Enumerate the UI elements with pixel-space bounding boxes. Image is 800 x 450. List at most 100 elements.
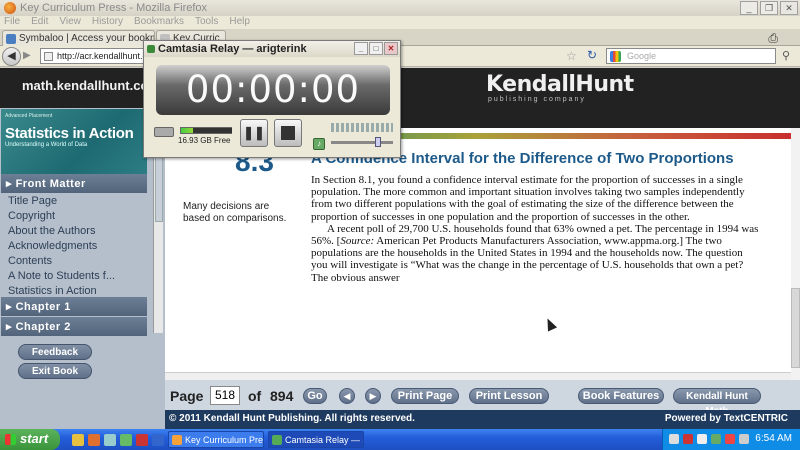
cover-subtitle: Understanding a World of Data: [5, 142, 88, 148]
sidebar-section-chapter-1[interactable]: ▸ Chapter 1: [1, 297, 147, 316]
menu-tools[interactable]: Tools: [195, 16, 218, 29]
previous-page-icon[interactable]: ◀: [339, 388, 355, 404]
quicklaunch-app-icon[interactable]: [136, 434, 148, 446]
paragraph: In Section 8.1, you found a confidence i…: [311, 174, 745, 223]
symbaloo-favicon: [6, 34, 16, 44]
minimize-button[interactable]: _: [740, 1, 758, 15]
kendall-hunt-math-button[interactable]: Kendall Hunt Math: [673, 388, 761, 417]
sidebar-item-acknowledgments[interactable]: Acknowledgments: [8, 239, 115, 254]
page-navigation: Page 518 of 894 Go ◀ ▶ Print Page Print …: [165, 380, 800, 417]
recording-timer: 00:00:00: [156, 65, 390, 115]
next-page-icon[interactable]: ▶: [365, 388, 381, 404]
content-horizontal-scrollbar[interactable]: [165, 372, 791, 380]
taskbar-item-camtasia[interactable]: Camtasia Relay — ari...: [268, 431, 364, 448]
page-number-input[interactable]: 518: [210, 386, 240, 405]
reload-icon[interactable]: ↻: [587, 48, 597, 62]
start-button[interactable]: start: [0, 429, 60, 450]
cover-series: Advanced Placement: [5, 113, 53, 119]
menu-help[interactable]: Help: [229, 16, 250, 29]
sidebar-item-list: Title Page Copyright About the Authors A…: [8, 194, 115, 299]
paragraph-text: American Pet Products Manufacturers Asso…: [311, 235, 744, 284]
volume-icon[interactable]: [739, 434, 749, 444]
camtasia-title-bar[interactable]: Camtasia Relay — arigterink _ □ ✕: [144, 41, 400, 57]
back-button[interactable]: ◀: [2, 47, 21, 66]
menu-bookmarks[interactable]: Bookmarks: [134, 16, 184, 29]
task-label: Key Curriculum Press ...: [185, 435, 264, 445]
menu-file[interactable]: File: [4, 16, 20, 29]
tab-symbaloo[interactable]: Symbaloo | Access your bookmarks anyw...: [2, 30, 155, 46]
go-button[interactable]: Go: [303, 388, 327, 404]
firefox-icon: [172, 435, 182, 445]
bookmark-star-icon[interactable]: ☆: [566, 49, 577, 63]
sidebar-scroll-thumb[interactable]: [155, 152, 163, 222]
body-text: In Section 8.1, you found a confidence i…: [311, 174, 761, 284]
content-scroll-thumb[interactable]: [791, 288, 800, 368]
camtasia-icon: [147, 45, 155, 53]
sidebar-item-title-page[interactable]: Title Page: [8, 194, 115, 209]
browser-title-bar: Key Curriculum Press - Mozilla Firefox _…: [0, 0, 800, 16]
system-tray: 6:54 AM: [662, 429, 800, 450]
pause-button[interactable]: ❚❚: [240, 119, 268, 147]
stop-button[interactable]: [274, 119, 302, 147]
volume-slider[interactable]: [331, 137, 393, 147]
quicklaunch-app-icon[interactable]: [152, 434, 164, 446]
camtasia-maximize-button[interactable]: □: [369, 42, 383, 55]
sidebar: Advanced Placement Statistics in Action …: [0, 108, 165, 410]
page-label: Page: [170, 388, 204, 404]
tab-label: Symbaloo | Access your bookmarks anyw...: [19, 33, 154, 44]
forward-button[interactable]: ▶: [23, 50, 31, 61]
window-title: Key Curriculum Press - Mozilla Firefox: [20, 2, 208, 14]
camtasia-minimize-button[interactable]: _: [354, 42, 368, 55]
book-features-button[interactable]: Book Features: [578, 388, 664, 404]
sidebar-section-chapter-2[interactable]: ▸ Chapter 2: [1, 317, 147, 336]
menu-view[interactable]: View: [59, 16, 81, 29]
sidebar-item-copyright[interactable]: Copyright: [8, 209, 115, 224]
site-url-label[interactable]: math.kendallhunt.com: [22, 78, 160, 93]
maximize-button[interactable]: ❐: [760, 1, 778, 15]
content-vertical-scrollbar[interactable]: [791, 128, 800, 380]
quicklaunch-desktop-icon[interactable]: [104, 434, 116, 446]
section-label: Front Matter: [15, 178, 86, 190]
camtasia-recorder-window: Camtasia Relay — arigterink _ □ ✕ 00:00:…: [143, 40, 401, 158]
exit-book-button[interactable]: Exit Book: [18, 363, 92, 379]
sidebar-item-note-to-students[interactable]: A Note to Students f...: [8, 269, 115, 284]
volume-slider-thumb[interactable]: [375, 137, 381, 147]
print-lesson-button[interactable]: Print Lesson: [469, 388, 549, 404]
taskbar-item-firefox[interactable]: Key Curriculum Press ...: [168, 431, 264, 448]
tray-icon[interactable]: [669, 434, 679, 444]
search-icon[interactable]: ⚲: [782, 49, 790, 62]
quicklaunch-firefox-icon[interactable]: [88, 434, 100, 446]
source-label: Source:: [340, 235, 375, 248]
microphone-icon[interactable]: ♪: [313, 138, 325, 150]
kendall-hunt-logo: KendallHunt: [486, 72, 634, 97]
print-page-button[interactable]: Print Page: [391, 388, 459, 404]
quicklaunch-folder-icon[interactable]: [72, 434, 84, 446]
sidebar-section-front-matter[interactable]: ▸ Front Matter: [1, 174, 147, 193]
google-icon[interactable]: [610, 51, 621, 62]
paragraph: A recent poll of 29,700 U.S. households …: [311, 223, 761, 284]
printer-icon[interactable]: ⎙: [768, 31, 778, 46]
copyright-text: © 2011 Kendall Hunt Publishing. All righ…: [169, 413, 415, 424]
sidebar-item-about-authors[interactable]: About the Authors: [8, 224, 115, 239]
search-input[interactable]: Google: [606, 48, 776, 64]
menu-edit[interactable]: Edit: [31, 16, 48, 29]
url-bar[interactable]: http://acr.kendallhunt.com/: [40, 48, 150, 64]
tray-icon[interactable]: [711, 434, 721, 444]
sidebar-footer: [0, 410, 165, 429]
disk-free-text: 16.93 GB Free: [178, 136, 231, 145]
tray-icon[interactable]: [725, 434, 735, 444]
menu-history[interactable]: History: [92, 16, 123, 29]
task-label: Camtasia Relay — ari...: [285, 435, 363, 445]
mouse-cursor-icon: [542, 316, 558, 332]
firefox-icon: [4, 2, 16, 14]
camtasia-close-button[interactable]: ✕: [384, 42, 398, 55]
sidebar-item-contents[interactable]: Contents: [8, 254, 115, 269]
feedback-button[interactable]: Feedback: [18, 344, 92, 360]
tray-icon[interactable]: [697, 434, 707, 444]
page-footer: © 2011 Kendall Hunt Publishing. All righ…: [165, 410, 800, 429]
tray-icon[interactable]: [683, 434, 693, 444]
url-text: http://acr.kendallhunt.com/: [57, 51, 149, 61]
cover-title: Statistics in Action: [5, 125, 134, 142]
close-button[interactable]: ✕: [780, 1, 798, 15]
quicklaunch-app-icon[interactable]: [120, 434, 132, 446]
